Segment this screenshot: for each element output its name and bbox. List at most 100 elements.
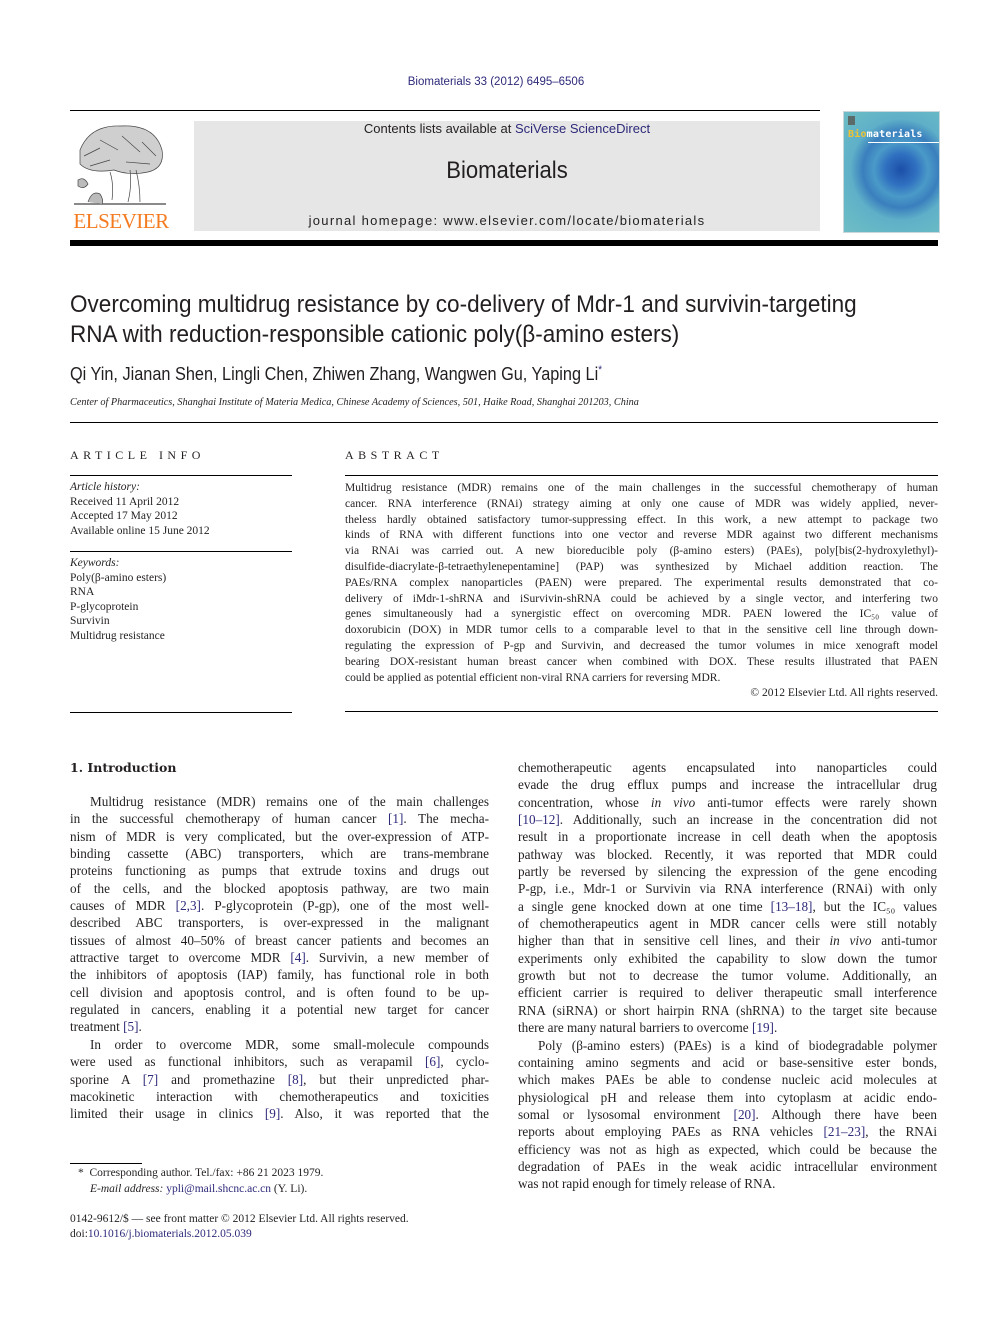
abstract-line: doxorubicin (DOX) in MDR tumor cells to … bbox=[345, 624, 938, 637]
section-heading-introduction: 1. Introduction bbox=[70, 760, 177, 775]
doi-line: doi:10.1016/j.biomaterials.2012.05.039 bbox=[70, 1227, 409, 1242]
cover-rule bbox=[868, 142, 939, 143]
body-line: containing amino segments and acid or ba… bbox=[518, 1054, 937, 1070]
citation-link[interactable]: [21–23] bbox=[823, 1124, 865, 1139]
body-line: chemotherapeutic agents encapsulated int… bbox=[518, 760, 937, 775]
abstract-line: could be applied as potential efficient … bbox=[345, 671, 721, 684]
footnote-corresponding-text: Corresponding author. Tel./fax: +86 21 2… bbox=[89, 1167, 324, 1179]
citation-link[interactable]: [7] bbox=[143, 1072, 158, 1087]
abstract-copyright: © 2012 Elsevier Ltd. All rights reserved… bbox=[750, 687, 938, 700]
keyword: RNA bbox=[70, 586, 95, 598]
body-line: experiments only exhibited the capabilit… bbox=[518, 950, 937, 966]
journal-citation-link[interactable]: Biomaterials 33 (2012) 6495–6506 bbox=[0, 76, 992, 88]
body-line: somal or lysosomal environment [20]. Alt… bbox=[518, 1106, 937, 1122]
body-line: there are many natural barriers to overc… bbox=[518, 1020, 778, 1036]
email-label: E-mail address: bbox=[90, 1183, 167, 1195]
citation-link[interactable]: [8] bbox=[288, 1072, 303, 1087]
body-line: efficient carrier is required to deliver… bbox=[518, 985, 937, 1001]
body-line: of chemotherapeutics agent in MDR cancer… bbox=[518, 916, 937, 932]
body-line: efficiency was not as high as expected, … bbox=[518, 1141, 937, 1157]
abstract-line: disulfide-diacrylate-β-tetraethylenepent… bbox=[345, 560, 938, 573]
doi-label: doi: bbox=[70, 1227, 88, 1240]
body-line: result in a proportionate increase in ce… bbox=[518, 829, 937, 845]
keyword: Survivin bbox=[70, 615, 110, 627]
journal-cover-image[interactable]: Biomaterials bbox=[843, 111, 940, 233]
affiliation: Center of Pharmaceutics, Shanghai Instit… bbox=[70, 396, 639, 408]
abstract-rule bbox=[345, 475, 938, 476]
header-rule bbox=[70, 110, 820, 111]
abstract-line: genes simultaneously had a synergistic e… bbox=[345, 608, 938, 621]
keywords: Keywords: Poly(β-amino esters) RNA P-gly… bbox=[70, 556, 166, 643]
body-line: reports about employing PAEs as RNA vehi… bbox=[518, 1124, 938, 1140]
abstract-body: Multidrug resistance (MDR) remains one o… bbox=[345, 481, 938, 702]
abstract-line: cancer. RNA interference (RNAi) strategy… bbox=[345, 497, 938, 510]
citation-link[interactable]: [5] bbox=[123, 1019, 138, 1034]
abstract-line: theless hardly obtained satisfactory tum… bbox=[345, 513, 938, 526]
body-line: tissues of almost 40–50% of breast cance… bbox=[70, 932, 489, 948]
body-line: P-gp, i.e., Mdr-1 or Survivin via RNA in… bbox=[518, 881, 937, 897]
body-line: macokinetic interaction with chemotherap… bbox=[70, 1088, 489, 1104]
history-online: Available online 15 June 2012 bbox=[70, 524, 210, 537]
body-line: higher than that in sensitive cell lines… bbox=[518, 933, 937, 949]
footnote-rule bbox=[70, 1163, 142, 1164]
abstract-rule bbox=[345, 711, 938, 712]
front-matter: 0142-9612/$ — see front matter © 2012 El… bbox=[70, 1212, 409, 1241]
body-line: attractive target to overcome MDR [4]. S… bbox=[70, 950, 489, 966]
corresponding-author-mark[interactable]: * bbox=[598, 364, 602, 376]
citation-link[interactable]: [19] bbox=[752, 1020, 774, 1035]
body-line: proteins functioning as pumps that extru… bbox=[70, 863, 489, 879]
footnote: * Corresponding author. Tel./fax: +86 21… bbox=[70, 1165, 323, 1197]
body-line: described ABC transporters, is over-expr… bbox=[70, 915, 489, 931]
citation-link[interactable]: [9] bbox=[265, 1106, 280, 1121]
body-line: regulated in cancers, enabling it a pote… bbox=[70, 1002, 489, 1018]
citation-link[interactable]: [2,3] bbox=[176, 898, 201, 913]
body-line: pathway was blocked. Recently, it was re… bbox=[518, 846, 937, 862]
footnote-corresponding: * Corresponding author. Tel./fax: +86 21… bbox=[70, 1165, 323, 1181]
journal-homepage[interactable]: journal homepage: www.elsevier.com/locat… bbox=[194, 213, 820, 228]
body-column-right: chemotherapeutic agents encapsulated int… bbox=[518, 759, 937, 1193]
history-accepted: Accepted 17 May 2012 bbox=[70, 510, 178, 522]
elsevier-logo[interactable]: ELSEVIER bbox=[70, 120, 172, 233]
header-thick-rule bbox=[70, 240, 938, 246]
abstract-heading: ABSTRACT bbox=[345, 448, 444, 462]
cover-title: Biomaterials bbox=[848, 129, 923, 140]
footnote-email: E-mail address: ypli@mail.shcnc.ac.cn (Y… bbox=[70, 1181, 323, 1197]
body-line: [10–12]. Additionally, such an increase … bbox=[518, 812, 937, 828]
article-history: Article history: Received 11 April 2012 … bbox=[70, 480, 210, 538]
body-line: nism of MDR is very complicated, but the… bbox=[70, 828, 489, 844]
citation-link[interactable]: [1] bbox=[388, 811, 403, 826]
article-info-rule bbox=[70, 475, 292, 476]
contents-prefix: Contents lists available at bbox=[363, 121, 515, 136]
body-line: Multidrug resistance (MDR) remains one o… bbox=[90, 794, 489, 809]
body-line: Poly (β-amino esters) (PAEs) is a kind o… bbox=[538, 1037, 937, 1053]
keywords-label: Keywords: bbox=[70, 557, 120, 569]
body-line: was not rapid enough for timely release … bbox=[518, 1176, 776, 1192]
body-line: In order to overcome MDR, some small-mol… bbox=[90, 1036, 489, 1052]
doi-link[interactable]: 10.1016/j.biomaterials.2012.05.039 bbox=[88, 1228, 252, 1240]
body-line: evade the drug efflux pumps and increase… bbox=[518, 777, 937, 793]
body-line: binding cassette (ABC) transporters, whi… bbox=[70, 846, 489, 862]
email-link[interactable]: ypli@mail.shcnc.ac.cn bbox=[166, 1183, 271, 1195]
body-line: degradation of PAEs in the weak acidic i… bbox=[518, 1158, 937, 1174]
abstract-line: kinds of RNA with different functions in… bbox=[345, 529, 938, 542]
issn-line: 0142-9612/$ — see front matter © 2012 El… bbox=[70, 1213, 409, 1225]
body-line: limited their usage in clinics [9]. Also… bbox=[70, 1106, 489, 1122]
citation-link[interactable]: [13–18] bbox=[771, 899, 813, 914]
abstract-line: delivery of iMdr-1-shRNA and iSurvivin-s… bbox=[345, 592, 938, 605]
cover-publisher-icon bbox=[848, 116, 855, 125]
citation-link[interactable]: [4] bbox=[290, 950, 305, 965]
body-line: concentration, whose in vivo anti-tumor … bbox=[518, 794, 937, 810]
citation-link[interactable]: [20] bbox=[734, 1107, 756, 1122]
abstract-line: bearing DOX-resistant human breast cance… bbox=[345, 655, 938, 668]
body-line: cell division and apoptosis control, and… bbox=[70, 984, 489, 1000]
body-line: treatment [5]. bbox=[70, 1019, 142, 1035]
article-info-rule bbox=[70, 551, 292, 552]
title-line: RNA with reduction-responsible cationic … bbox=[70, 321, 680, 348]
body-line: partly be reversed by silencing the expr… bbox=[518, 864, 937, 880]
citation-link[interactable]: [10–12] bbox=[518, 812, 560, 827]
citation-link[interactable]: [6] bbox=[425, 1054, 440, 1069]
sciencedirect-link[interactable]: SciVerse ScienceDirect bbox=[515, 121, 650, 136]
body-column-left: Multidrug resistance (MDR) remains one o… bbox=[70, 793, 489, 1123]
section-rule bbox=[70, 422, 938, 423]
keyword: Poly(β-amino esters) bbox=[70, 571, 167, 584]
